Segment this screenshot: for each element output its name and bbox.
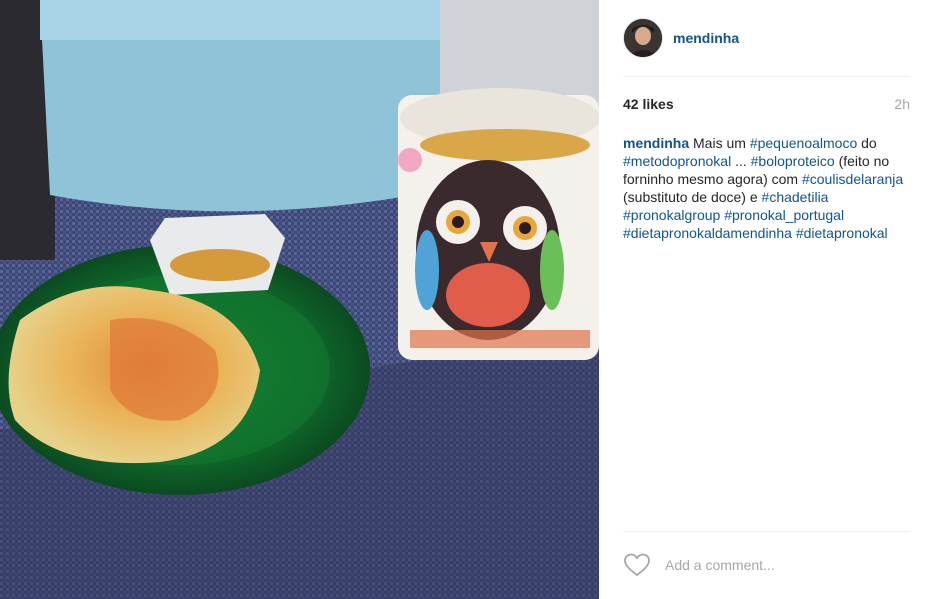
post-sidebar: mendinha 42 likes 2h mendinha Mais um #p…	[599, 0, 935, 599]
caption-text: Mais um	[689, 135, 750, 151]
caption-text: do	[857, 135, 877, 151]
comment-input[interactable]	[663, 556, 907, 574]
caption-username-link[interactable]: mendinha	[623, 135, 689, 151]
post-photo[interactable]	[0, 0, 599, 599]
hashtag-link[interactable]: #metodopronokal	[623, 153, 731, 169]
post-timestamp[interactable]: 2h	[894, 96, 910, 112]
hashtag-link[interactable]: #chadetilia	[762, 189, 829, 205]
hashtag-link[interactable]: #pronokal_portugal	[724, 207, 844, 223]
hashtag-link[interactable]: #boloproteico	[751, 153, 835, 169]
post-meta: 42 likes 2h	[623, 96, 910, 112]
caption-text: (substituto de doce) e	[623, 189, 762, 205]
avatar[interactable]	[623, 18, 663, 58]
post-header: mendinha	[623, 18, 911, 58]
caption-text: ...	[731, 153, 751, 169]
post-footer	[623, 550, 910, 580]
hashtag-link[interactable]: #coulisdelaranja	[802, 171, 903, 187]
header-divider	[623, 76, 910, 77]
username-link[interactable]: mendinha	[673, 30, 739, 46]
hashtag-link[interactable]: #pequenoalmoco	[750, 135, 857, 151]
heart-outline-icon[interactable]	[623, 552, 651, 578]
footer-divider	[623, 531, 910, 532]
post-caption: mendinha Mais um #pequenoalmoco do #meto…	[623, 134, 915, 242]
hashtag-link[interactable]: #dietapronokaldamendinha	[623, 225, 792, 241]
hashtag-link[interactable]: #pronokalgroup	[623, 207, 720, 223]
likes-count[interactable]: 42 likes	[623, 96, 674, 112]
hashtag-link[interactable]: #dietapronokal	[796, 225, 888, 241]
